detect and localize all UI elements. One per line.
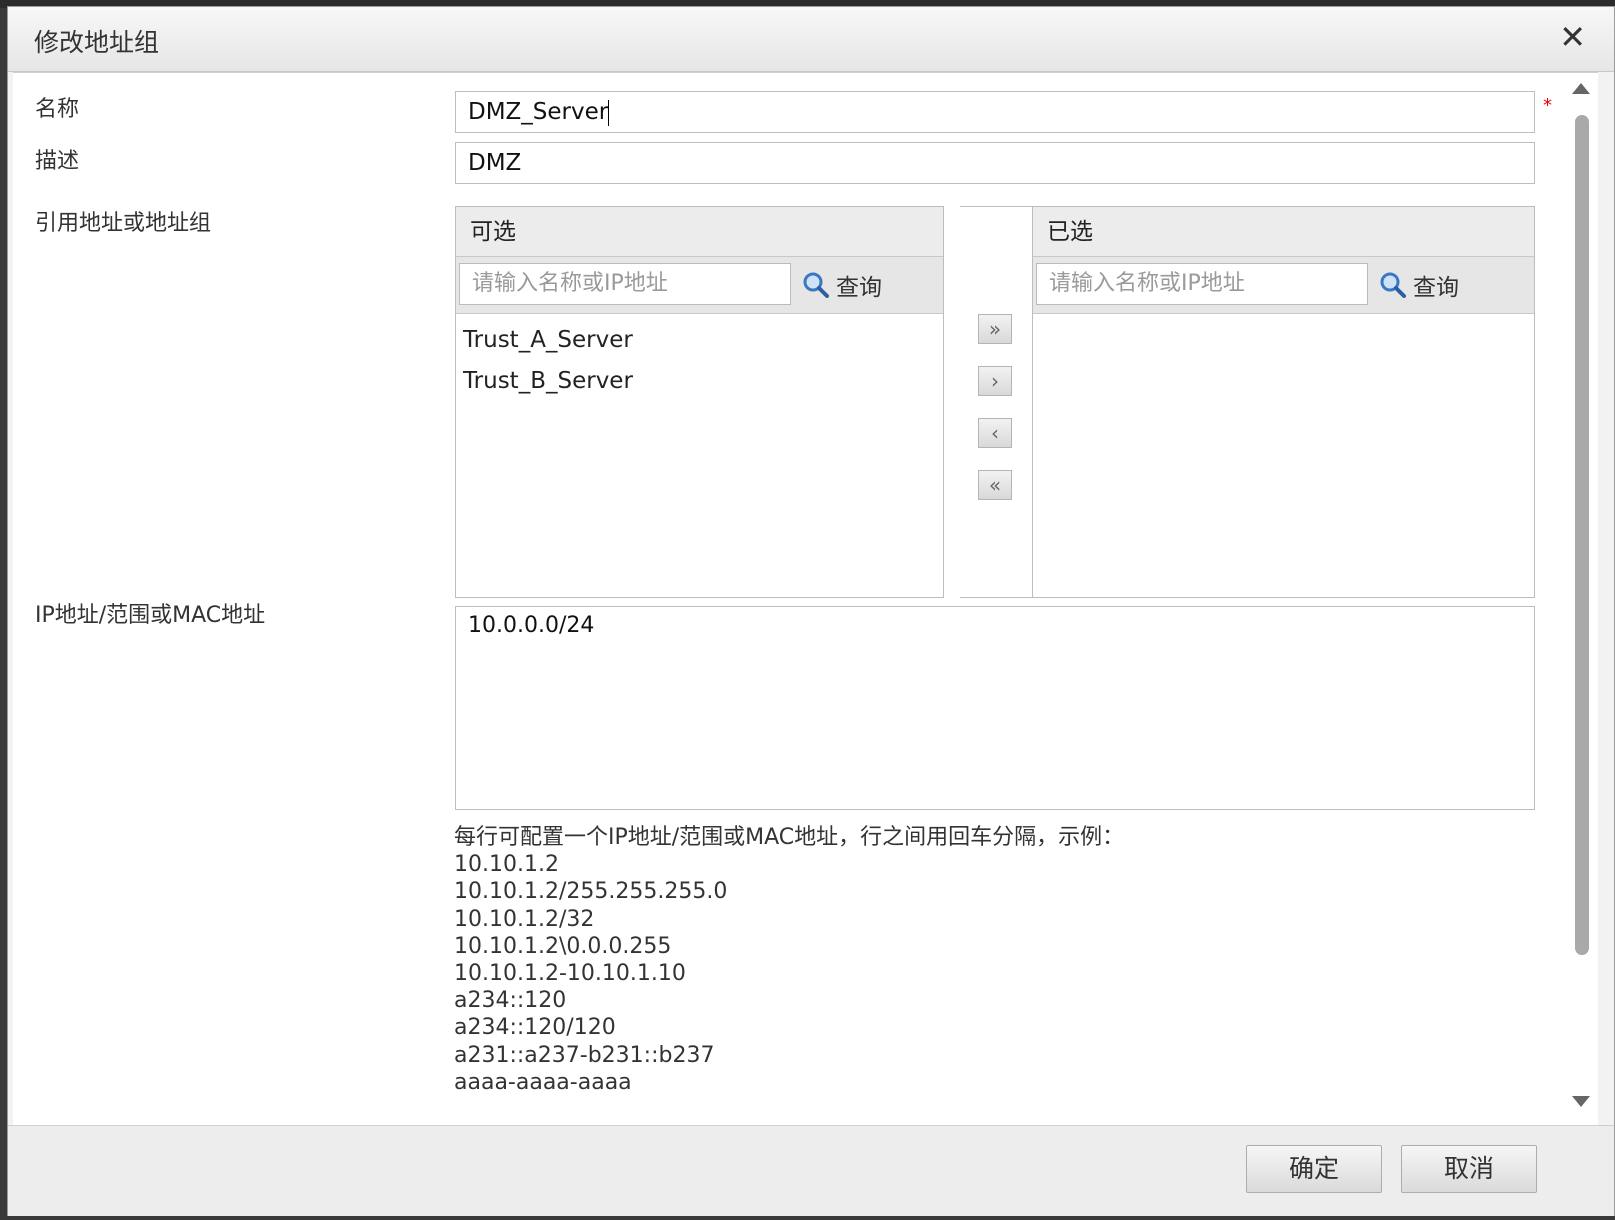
reference-label: 引用地址或地址组 bbox=[35, 211, 212, 236]
dialog-footer: 确定 取消 bbox=[8, 1125, 1614, 1216]
selected-search-input[interactable]: 请输入名称或IP地址 bbox=[1036, 263, 1368, 305]
available-search-label: 查询 bbox=[836, 275, 882, 301]
available-search-input[interactable]: 请输入名称或IP地址 bbox=[459, 263, 791, 305]
vertical-scrollbar[interactable] bbox=[1566, 73, 1598, 1125]
ip-textarea[interactable]: 10.0.0.0/24 bbox=[455, 606, 1535, 810]
hint-example: a234::120 bbox=[454, 988, 567, 1014]
text-cursor bbox=[608, 99, 610, 126]
list-item[interactable]: Trust_B_Server bbox=[456, 361, 943, 402]
description-input-value: DMZ bbox=[468, 150, 522, 176]
hint-example: a234::120/120 bbox=[454, 1015, 616, 1041]
transfer-buttons: » › ‹ « bbox=[960, 206, 1032, 598]
dialog-title: 修改地址组 bbox=[34, 28, 160, 57]
selected-list bbox=[1033, 314, 1534, 320]
search-icon bbox=[803, 272, 829, 298]
hint-example: aaaa-aaaa-aaaa bbox=[454, 1069, 632, 1095]
available-panel: 可选 请输入名称或IP地址 查询 Trust_A_Server Trust_B_… bbox=[455, 206, 944, 598]
hint-example: 10.10.1.2 bbox=[454, 852, 559, 878]
selected-header: 已选 bbox=[1033, 207, 1534, 257]
hint-example: 10.10.1.2/255.255.255.0 bbox=[454, 879, 728, 905]
add-button[interactable]: › bbox=[978, 366, 1012, 396]
hint-intro: 每行可配置一个IP地址/范围或MAC地址，行之间用回车分隔，示例： bbox=[454, 825, 1125, 850]
edit-address-group-dialog: 修改地址组 ✕ 名称 DMZ_Server * 描述 DMZ 引用地址或地址组 … bbox=[7, 6, 1615, 1216]
close-icon[interactable]: ✕ bbox=[1559, 21, 1586, 53]
remove-all-button[interactable]: « bbox=[978, 470, 1012, 500]
description-input[interactable]: DMZ bbox=[455, 142, 1535, 184]
add-all-button[interactable]: » bbox=[978, 314, 1012, 344]
name-input[interactable]: DMZ_Server bbox=[455, 91, 1535, 133]
remove-button[interactable]: ‹ bbox=[978, 418, 1012, 448]
available-search-bar: 请输入名称或IP地址 查询 bbox=[456, 257, 943, 314]
hint-example: 10.10.1.2/32 bbox=[454, 906, 595, 932]
available-header: 可选 bbox=[456, 207, 943, 257]
ip-hint: 每行可配置一个IP地址/范围或MAC地址，行之间用回车分隔，示例： 10.10.… bbox=[454, 824, 1124, 1096]
dialog-content: 名称 DMZ_Server * 描述 DMZ 引用地址或地址组 可选 请输入名称… bbox=[13, 72, 1598, 1125]
ip-textarea-value: 10.0.0.0/24 bbox=[468, 613, 595, 638]
scroll-up-arrow-icon[interactable] bbox=[1572, 83, 1590, 94]
scrollbar-thumb[interactable] bbox=[1575, 115, 1589, 955]
selected-search-label: 查询 bbox=[1413, 275, 1459, 301]
selected-search-bar: 请输入名称或IP地址 查询 bbox=[1033, 257, 1534, 314]
hint-example: 10.10.1.2\0.0.0.255 bbox=[454, 933, 672, 959]
hint-example: 10.10.1.2-10.10.1.10 bbox=[454, 961, 686, 987]
selected-search-button[interactable]: 查询 bbox=[1379, 267, 1459, 303]
search-icon bbox=[1380, 272, 1406, 298]
available-list: Trust_A_Server Trust_B_Server bbox=[456, 314, 943, 402]
list-item[interactable]: Trust_A_Server bbox=[456, 320, 943, 361]
selected-panel: 已选 请输入名称或IP地址 查询 bbox=[1032, 206, 1535, 598]
ip-label: IP地址/范围或MAC地址 bbox=[35, 603, 266, 628]
hint-example: a231::a237-b231::b237 bbox=[454, 1042, 715, 1068]
description-label: 描述 bbox=[35, 149, 80, 174]
ok-button[interactable]: 确定 bbox=[1246, 1145, 1382, 1193]
name-input-value: DMZ_Server bbox=[468, 99, 609, 125]
required-mark: * bbox=[1543, 95, 1552, 116]
dialog-title-bar[interactable]: 修改地址组 ✕ bbox=[8, 7, 1614, 72]
name-label: 名称 bbox=[35, 97, 80, 122]
available-search-button[interactable]: 查询 bbox=[802, 267, 882, 303]
cancel-button[interactable]: 取消 bbox=[1401, 1145, 1537, 1193]
scroll-down-arrow-icon[interactable] bbox=[1572, 1096, 1590, 1107]
